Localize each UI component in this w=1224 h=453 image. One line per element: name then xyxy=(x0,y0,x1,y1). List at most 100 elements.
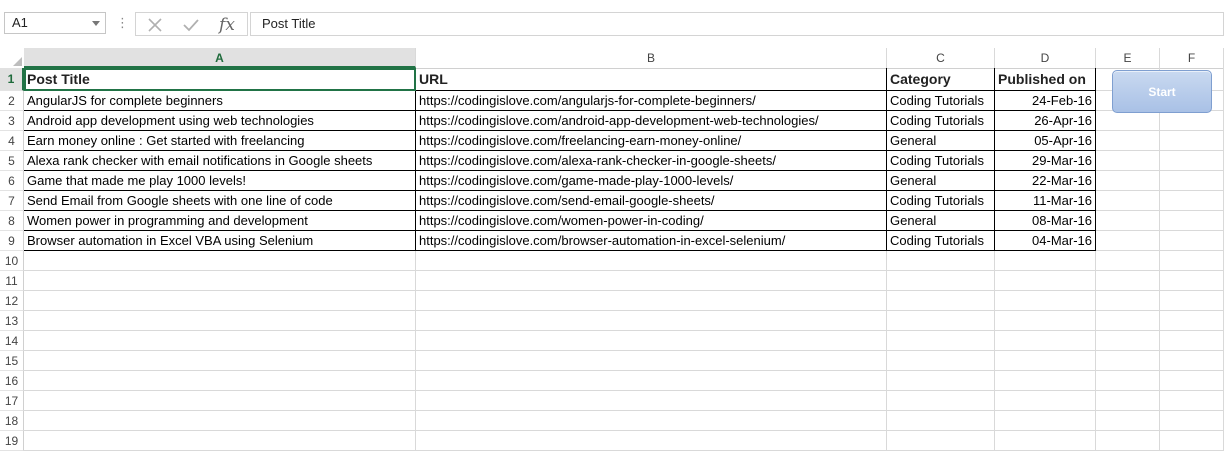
published-date-cell[interactable]: 26-Apr-16 xyxy=(995,111,1096,131)
empty-cell[interactable] xyxy=(887,311,995,331)
row-header[interactable]: 7 xyxy=(0,191,24,211)
empty-cell[interactable] xyxy=(1160,251,1224,271)
category-cell[interactable]: General xyxy=(887,171,995,191)
start-button[interactable]: Start xyxy=(1112,70,1212,113)
empty-cell[interactable] xyxy=(1096,371,1160,391)
empty-cell[interactable] xyxy=(1096,171,1160,191)
empty-cell[interactable] xyxy=(1160,331,1224,351)
post-title-cell[interactable]: AngularJS for complete beginners xyxy=(24,91,416,111)
url-cell[interactable]: https://codingislove.com/game-made-play-… xyxy=(416,171,887,191)
row-header[interactable]: 17 xyxy=(0,391,24,411)
empty-cell[interactable] xyxy=(1096,151,1160,171)
empty-cell[interactable] xyxy=(416,271,887,291)
empty-cell[interactable] xyxy=(1160,271,1224,291)
empty-cell[interactable] xyxy=(1096,291,1160,311)
empty-cell[interactable] xyxy=(887,351,995,371)
name-box[interactable]: A1 xyxy=(4,12,106,34)
published-date-cell[interactable]: 08-Mar-16 xyxy=(995,211,1096,231)
empty-cell[interactable] xyxy=(1096,131,1160,151)
row-header[interactable]: 3 xyxy=(0,111,24,131)
row-header[interactable]: 10 xyxy=(0,251,24,271)
url-cell[interactable]: https://codingislove.com/browser-automat… xyxy=(416,231,887,251)
empty-cell[interactable] xyxy=(1096,351,1160,371)
empty-cell[interactable] xyxy=(1160,191,1224,211)
row-header[interactable]: 13 xyxy=(0,311,24,331)
empty-cell[interactable] xyxy=(887,431,995,451)
row-header[interactable]: 12 xyxy=(0,291,24,311)
row-header[interactable]: 5 xyxy=(0,151,24,171)
header-cell-b[interactable]: URL xyxy=(416,68,887,91)
category-cell[interactable]: Coding Tutorials xyxy=(887,91,995,111)
empty-cell[interactable] xyxy=(1160,431,1224,451)
empty-cell[interactable] xyxy=(416,331,887,351)
empty-cell[interactable] xyxy=(995,331,1096,351)
empty-cell[interactable] xyxy=(1160,351,1224,371)
empty-cell[interactable] xyxy=(24,331,416,351)
empty-cell[interactable] xyxy=(416,311,887,331)
category-cell[interactable]: General xyxy=(887,211,995,231)
empty-cell[interactable] xyxy=(416,251,887,271)
row-header[interactable]: 18 xyxy=(0,411,24,431)
published-date-cell[interactable]: 22-Mar-16 xyxy=(995,171,1096,191)
empty-cell[interactable] xyxy=(1096,311,1160,331)
insert-function-icon[interactable]: fx xyxy=(216,15,238,35)
empty-cell[interactable] xyxy=(887,391,995,411)
empty-cell[interactable] xyxy=(1160,131,1224,151)
empty-cell[interactable] xyxy=(1096,111,1160,131)
header-cell-d[interactable]: Published on xyxy=(995,68,1096,91)
empty-cell[interactable] xyxy=(887,271,995,291)
empty-cell[interactable] xyxy=(24,251,416,271)
empty-cell[interactable] xyxy=(24,411,416,431)
empty-cell[interactable] xyxy=(1160,391,1224,411)
empty-cell[interactable] xyxy=(995,431,1096,451)
empty-cell[interactable] xyxy=(1160,311,1224,331)
published-date-cell[interactable]: 11-Mar-16 xyxy=(995,191,1096,211)
published-date-cell[interactable]: 29-Mar-16 xyxy=(995,151,1096,171)
chevron-down-icon[interactable] xyxy=(92,21,100,26)
post-title-cell[interactable]: Android app development using web techno… xyxy=(24,111,416,131)
row-header[interactable]: 11 xyxy=(0,271,24,291)
category-cell[interactable]: Coding Tutorials xyxy=(887,151,995,171)
url-cell[interactable]: https://codingislove.com/send-email-goog… xyxy=(416,191,887,211)
url-cell[interactable]: https://codingislove.com/angularjs-for-c… xyxy=(416,91,887,111)
empty-cell[interactable] xyxy=(887,251,995,271)
published-date-cell[interactable]: 24-Feb-16 xyxy=(995,91,1096,111)
empty-cell[interactable] xyxy=(1096,231,1160,251)
column-header-a[interactable]: A xyxy=(24,48,416,68)
empty-cell[interactable] xyxy=(995,411,1096,431)
empty-cell[interactable] xyxy=(416,391,887,411)
formula-input[interactable]: Post Title xyxy=(250,12,1224,36)
category-cell[interactable]: Coding Tutorials xyxy=(887,111,995,131)
empty-cell[interactable] xyxy=(416,351,887,371)
empty-cell[interactable] xyxy=(416,371,887,391)
row-header[interactable]: 16 xyxy=(0,371,24,391)
post-title-cell[interactable]: Game that made me play 1000 levels! xyxy=(24,171,416,191)
column-header-d[interactable]: D xyxy=(995,48,1096,68)
empty-cell[interactable] xyxy=(416,291,887,311)
post-title-cell[interactable]: Women power in programming and developme… xyxy=(24,211,416,231)
url-cell[interactable]: https://codingislove.com/alexa-rank-chec… xyxy=(416,151,887,171)
empty-cell[interactable] xyxy=(416,431,887,451)
empty-cell[interactable] xyxy=(24,351,416,371)
empty-cell[interactable] xyxy=(1096,191,1160,211)
empty-cell[interactable] xyxy=(24,371,416,391)
more-options-icon[interactable]: ⋮ xyxy=(116,15,129,31)
select-all-corner[interactable] xyxy=(0,48,25,68)
empty-cell[interactable] xyxy=(1096,391,1160,411)
empty-cell[interactable] xyxy=(1160,371,1224,391)
column-header-c[interactable]: C xyxy=(887,48,995,68)
cancel-icon[interactable] xyxy=(144,15,166,35)
post-title-cell[interactable]: Send Email from Google sheets with one l… xyxy=(24,191,416,211)
empty-cell[interactable] xyxy=(995,311,1096,331)
row-header[interactable]: 19 xyxy=(0,431,24,451)
header-cell-a[interactable]: Post Title xyxy=(24,68,416,91)
empty-cell[interactable] xyxy=(1160,111,1224,131)
header-cell-c[interactable]: Category xyxy=(887,68,995,91)
empty-cell[interactable] xyxy=(995,371,1096,391)
empty-cell[interactable] xyxy=(1160,171,1224,191)
empty-cell[interactable] xyxy=(995,391,1096,411)
empty-cell[interactable] xyxy=(1160,231,1224,251)
empty-cell[interactable] xyxy=(1096,211,1160,231)
empty-cell[interactable] xyxy=(995,251,1096,271)
empty-cell[interactable] xyxy=(995,291,1096,311)
